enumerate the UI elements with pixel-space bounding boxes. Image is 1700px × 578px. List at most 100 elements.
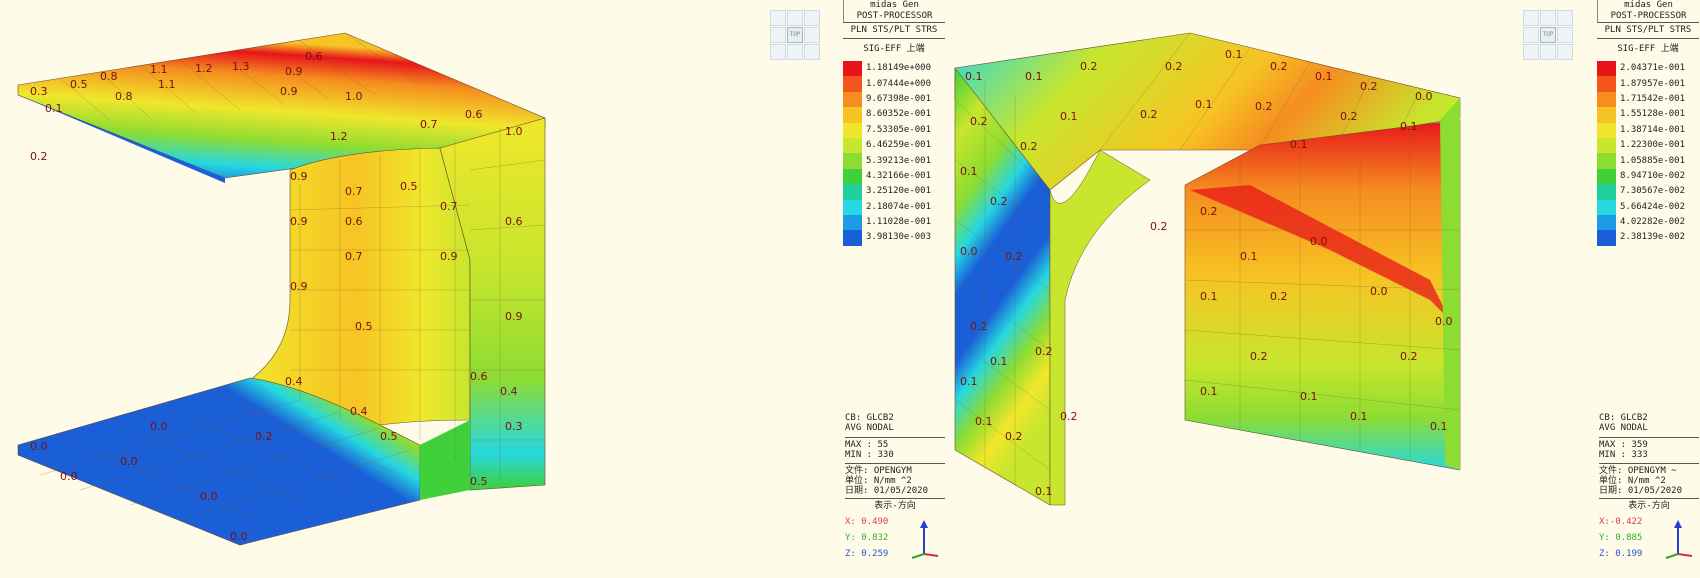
svg-text:0.9: 0.9 xyxy=(290,170,308,183)
svg-text:0.0: 0.0 xyxy=(230,530,248,543)
svg-text:0.1: 0.1 xyxy=(1240,250,1258,263)
max-node: MAX : 55 xyxy=(845,440,889,450)
view-navigator-left[interactable]: TOP xyxy=(770,10,820,60)
arch-left-inner xyxy=(1049,149,1151,506)
svg-text:0.5: 0.5 xyxy=(355,320,373,333)
svg-text:0.8: 0.8 xyxy=(115,90,133,103)
svg-text:0.3: 0.3 xyxy=(505,420,523,433)
svg-text:0.2: 0.2 xyxy=(1270,60,1288,73)
svg-text:0.2: 0.2 xyxy=(1150,220,1168,233)
svg-text:1.0: 1.0 xyxy=(345,90,363,103)
svg-text:0.0: 0.0 xyxy=(200,490,218,503)
svg-text:0.1: 0.1 xyxy=(965,70,983,83)
load-case: CB: GLCB2 xyxy=(845,413,894,423)
program-name: midas Gen xyxy=(1624,0,1673,10)
svg-text:0.9: 0.9 xyxy=(505,310,523,323)
svg-text:0.6: 0.6 xyxy=(305,50,323,63)
svg-text:0.9: 0.9 xyxy=(440,250,458,263)
svg-text:0.6: 0.6 xyxy=(470,370,488,383)
svg-text:0.2: 0.2 xyxy=(1005,430,1023,443)
color-legend-left: 1.18149e+000 1.07444e+000 9.67398e-001 8… xyxy=(843,61,945,246)
averaging: AVG NODAL xyxy=(1599,423,1648,433)
view-direction-label: 表示-方向 xyxy=(845,498,945,511)
svg-text:0.1: 0.1 xyxy=(1195,98,1213,111)
svg-text:0.9: 0.9 xyxy=(290,280,308,293)
svg-text:0.9: 0.9 xyxy=(290,215,308,228)
date: 日期: 01/05/2020 xyxy=(845,486,929,496)
file-name: 文件: OPENGYM xyxy=(845,466,912,476)
contour-model-left: 1.1 1.2 1.3 1.1 0.9 0.8 0.6 0.5 0.3 0.1 … xyxy=(17,32,546,546)
svg-text:0.1: 0.1 xyxy=(1400,120,1418,133)
svg-text:0.9: 0.9 xyxy=(280,85,298,98)
svg-text:0.4: 0.4 xyxy=(350,405,368,418)
stress-component: SIG-EFF 上端 xyxy=(1617,44,1679,54)
view-direction-label: 表示-方向 xyxy=(1599,498,1699,511)
svg-text:0.0: 0.0 xyxy=(1370,285,1388,298)
result-type: PLN STS/PLT STRS xyxy=(1604,25,1692,35)
svg-text:0.2: 0.2 xyxy=(1140,108,1158,121)
svg-text:0.1: 0.1 xyxy=(1350,410,1368,423)
svg-text:0.2: 0.2 xyxy=(970,320,988,333)
svg-text:0.2: 0.2 xyxy=(1005,250,1023,263)
svg-text:0.2: 0.2 xyxy=(1200,205,1218,218)
svg-text:0.5: 0.5 xyxy=(380,430,398,443)
svg-text:0.0: 0.0 xyxy=(1435,315,1453,328)
svg-text:0.7: 0.7 xyxy=(420,118,438,131)
result-type: PLN STS/PLT STRS xyxy=(850,25,938,35)
legend-panel-left: midas Gen POST-PROCESSOR PLN STS/PLT STR… xyxy=(843,0,945,574)
svg-text:0.1: 0.1 xyxy=(1200,290,1218,303)
svg-text:0.2: 0.2 xyxy=(1035,345,1053,358)
svg-text:0.1: 0.1 xyxy=(1430,420,1448,433)
min-node: MIN : 333 xyxy=(1599,450,1648,460)
file-name: 文件: OPENGYM ~ xyxy=(1599,466,1677,476)
svg-text:0.1: 0.1 xyxy=(45,102,63,115)
date: 日期: 01/05/2020 xyxy=(1599,486,1683,496)
svg-text:0.3: 0.3 xyxy=(30,85,48,98)
svg-text:1.1: 1.1 xyxy=(150,63,168,76)
svg-text:0.9: 0.9 xyxy=(285,65,303,78)
svg-text:0.4: 0.4 xyxy=(500,385,518,398)
svg-text:0.2: 0.2 xyxy=(1340,110,1358,123)
svg-text:0.2: 0.2 xyxy=(1020,140,1038,153)
svg-text:0.1: 0.1 xyxy=(1060,110,1078,123)
svg-text:0.1: 0.1 xyxy=(990,355,1008,368)
svg-text:0.0: 0.0 xyxy=(120,455,138,468)
svg-text:0.1: 0.1 xyxy=(1025,70,1043,83)
svg-text:0.2: 0.2 xyxy=(990,195,1008,208)
svg-text:0.5: 0.5 xyxy=(400,180,418,193)
svg-text:0.2: 0.2 xyxy=(1080,60,1098,73)
module-name: POST-PROCESSOR xyxy=(856,11,933,21)
svg-text:0.1: 0.1 xyxy=(975,415,993,428)
svg-text:0.5: 0.5 xyxy=(70,78,88,91)
view-top-button[interactable]: TOP xyxy=(1540,27,1556,43)
svg-text:0.1: 0.1 xyxy=(1225,48,1243,61)
svg-text:1.3: 1.3 xyxy=(232,60,250,73)
svg-text:0.5: 0.5 xyxy=(470,475,488,488)
stress-component: SIG-EFF 上端 xyxy=(863,44,925,54)
svg-text:0.2: 0.2 xyxy=(1165,60,1183,73)
right-wall-face xyxy=(1184,119,1461,471)
svg-text:0.1: 0.1 xyxy=(1200,385,1218,398)
model-viewport-left[interactable]: 1.1 1.2 1.3 1.1 0.9 0.8 0.6 0.5 0.3 0.1 … xyxy=(0,0,840,574)
module-name: POST-PROCESSOR xyxy=(1610,11,1687,21)
model-viewport-right[interactable]: 0.1 0.1 0.2 0.2 0.1 0.2 0.1 0.2 0.0 0.0 … xyxy=(950,0,1550,574)
view-top-button[interactable]: TOP xyxy=(787,27,803,43)
svg-text:0.1: 0.1 xyxy=(1315,70,1333,83)
svg-text:0.2: 0.2 xyxy=(1360,80,1378,93)
view-navigator-right[interactable]: TOP xyxy=(1523,10,1573,60)
svg-text:0.0: 0.0 xyxy=(1415,90,1433,103)
svg-text:0.8: 0.8 xyxy=(100,70,118,83)
svg-text:0.2: 0.2 xyxy=(255,430,273,443)
program-name: midas Gen xyxy=(870,0,919,10)
averaging: AVG NODAL xyxy=(845,423,894,433)
svg-text:0.0: 0.0 xyxy=(150,420,168,433)
svg-text:0.1: 0.1 xyxy=(960,165,978,178)
svg-text:0.0: 0.0 xyxy=(30,440,48,453)
svg-text:0.0: 0.0 xyxy=(960,245,978,258)
svg-text:0.2: 0.2 xyxy=(1255,100,1273,113)
svg-text:1.2: 1.2 xyxy=(195,62,213,75)
svg-text:1.2: 1.2 xyxy=(330,130,348,143)
legend-panel-right: midas Gen POST-PROCESSOR PLN STS/PLT STR… xyxy=(1597,0,1699,574)
min-node: MIN : 330 xyxy=(845,450,894,460)
svg-text:0.2: 0.2 xyxy=(1060,410,1078,423)
